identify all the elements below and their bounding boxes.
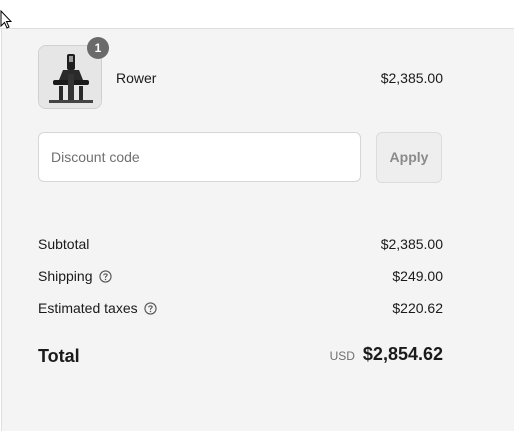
shipping-row: Shipping $249.00 bbox=[38, 268, 443, 288]
shipping-help-icon[interactable] bbox=[98, 269, 112, 283]
apply-discount-button[interactable]: Apply bbox=[376, 132, 442, 183]
quantity-badge: 1 bbox=[87, 37, 109, 59]
taxes-label: Estimated taxes bbox=[38, 300, 138, 316]
top-bar bbox=[0, 0, 514, 29]
discount-code-input[interactable] bbox=[38, 132, 361, 182]
shipping-label: Shipping bbox=[38, 268, 93, 284]
total-row: Total USD $2,854.62 bbox=[38, 344, 443, 372]
total-amount-group: USD $2,854.62 bbox=[330, 344, 443, 365]
total-amount: $2,854.62 bbox=[362, 344, 443, 364]
taxes-value: $220.62 bbox=[392, 300, 443, 316]
product-name: Rower bbox=[116, 70, 157, 86]
currency-code: USD bbox=[329, 349, 355, 363]
subtotal-row: Subtotal $2,385.00 bbox=[38, 236, 443, 256]
subtotal-label: Subtotal bbox=[38, 236, 90, 252]
taxes-help-icon[interactable] bbox=[143, 301, 157, 315]
subtotal-value: $2,385.00 bbox=[380, 236, 443, 252]
taxes-label-group: Estimated taxes bbox=[38, 300, 157, 316]
mouse-pointer-icon bbox=[0, 10, 12, 29]
taxes-row: Estimated taxes $220.62 bbox=[38, 300, 443, 320]
total-label: Total bbox=[38, 346, 80, 366]
cart-line-item: 1 Rower $2,385.00 bbox=[38, 37, 443, 110]
shipping-label-group: Shipping bbox=[38, 268, 112, 284]
product-price: $2,385.00 bbox=[380, 70, 443, 86]
shipping-value: $249.00 bbox=[392, 268, 443, 284]
